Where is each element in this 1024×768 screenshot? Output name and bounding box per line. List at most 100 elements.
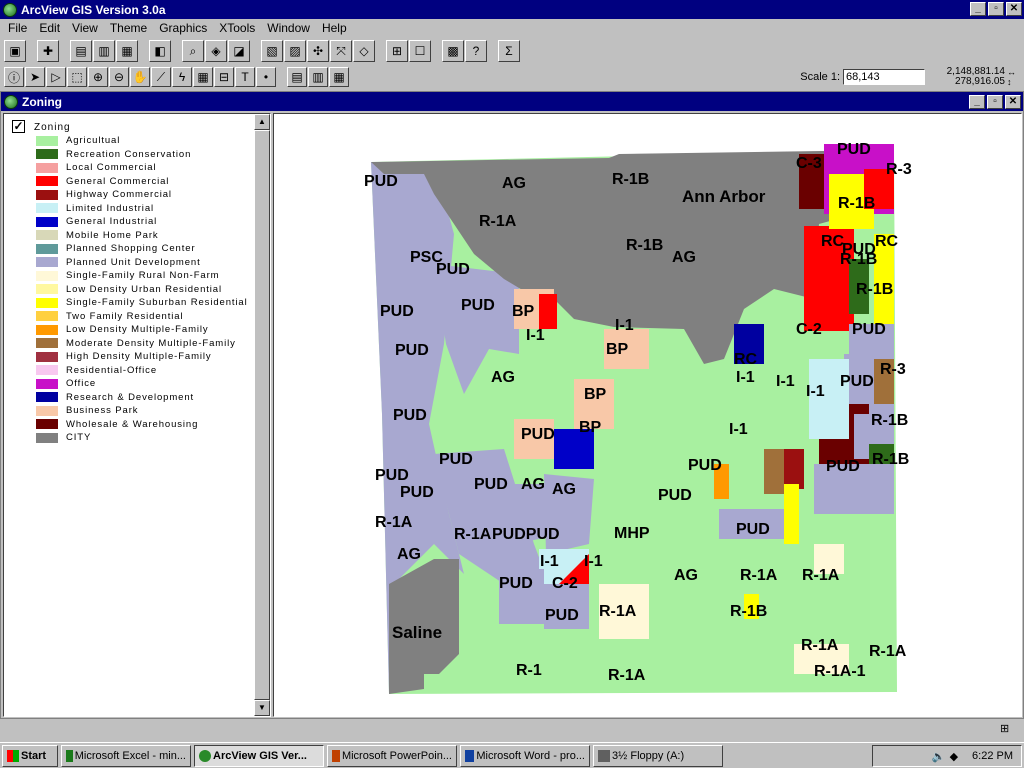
taskbar-arcview[interactable]: ArcView GIS Ver... [194, 744, 324, 767]
map-tool-3-icon[interactable]: ▦ [329, 67, 349, 87]
draw-point-icon[interactable]: • [256, 67, 276, 87]
add-theme-icon[interactable]: ✚ [37, 40, 59, 62]
identify-icon[interactable]: ⓘ [4, 67, 24, 87]
legend-label: Planned Unit Development [66, 256, 201, 268]
zone-label: Saline [392, 623, 442, 642]
taskbar-powerpoint[interactable]: Microsoft PowerPoin... [327, 744, 457, 767]
menu-xtools[interactable]: XTools [213, 21, 261, 35]
restore-button[interactable]: ▫ [988, 2, 1004, 16]
view-restore-button[interactable]: ▫ [987, 95, 1003, 109]
legend-label: Highway Commercial [66, 189, 172, 201]
minimize-button[interactable]: _ [970, 2, 986, 16]
taskbar-word[interactable]: Microsoft Word - pro... [460, 744, 590, 767]
speaker-icon[interactable]: 🔈 [932, 750, 946, 763]
menu-file[interactable]: File [2, 21, 33, 35]
close-button[interactable]: ✕ [1006, 2, 1022, 16]
pan-icon[interactable]: ✋ [130, 67, 150, 87]
menu-theme[interactable]: Theme [104, 21, 153, 35]
query-builder-icon[interactable]: ◪ [228, 40, 250, 62]
area-of-interest-icon[interactable]: ▦ [193, 67, 213, 87]
hotlink-icon[interactable]: ϟ [172, 67, 192, 87]
zoom-full-extent-icon[interactable]: ▧ [261, 40, 283, 62]
clear-selection-icon[interactable]: ☐ [409, 40, 431, 62]
zone-label: PUD [736, 521, 770, 538]
legend-item: Office [36, 377, 248, 391]
legend-swatch [36, 284, 58, 295]
grid-icon[interactable]: ▩ [442, 40, 464, 62]
label-icon[interactable]: ⊟ [214, 67, 234, 87]
app-title-bar: ArcView GIS Version 3.0a _ ▫ ✕ [0, 0, 1024, 19]
menu-graphics[interactable]: Graphics [153, 21, 213, 35]
menu-edit[interactable]: Edit [33, 21, 66, 35]
zoom-selected-icon[interactable]: ✣ [307, 40, 329, 62]
zoom-active-themes-icon[interactable]: ▨ [284, 40, 306, 62]
zone-label: PUD [461, 297, 495, 314]
vertex-edit-icon[interactable]: ▷ [46, 67, 66, 87]
legend-item: Wholesale & Warehousing [36, 418, 248, 432]
coordinate-readout: 2,148,881.14 278,916.05 [933, 67, 1005, 87]
select-feature-icon[interactable]: ⬚ [67, 67, 87, 87]
theme-properties-icon[interactable]: ▤ [70, 40, 92, 62]
view-minimize-button[interactable]: _ [969, 95, 985, 109]
toc-scrollbar[interactable]: ▲ ▼ [254, 114, 270, 716]
view-close-button[interactable]: ✕ [1005, 95, 1021, 109]
zone-label: C-2 [796, 321, 822, 338]
map-display[interactable]: PUD AG R-1B Ann Arbor C-3 PUD R-3 R-1A R-1B PUD R-… [273, 113, 1022, 717]
zone-label: AG [672, 249, 696, 266]
scale-input[interactable]: 68,143 [843, 69, 925, 85]
find-icon[interactable]: ⌕ [182, 40, 204, 62]
powerpoint-icon [332, 749, 340, 762]
scroll-up-button[interactable]: ▲ [254, 114, 270, 130]
layer-name[interactable]: Zoning [34, 122, 71, 133]
layer-visibility-checkbox[interactable]: ✓ [12, 120, 25, 133]
zoom-in-tool-icon[interactable]: ⊕ [88, 67, 108, 87]
summarize-icon[interactable]: Σ [498, 40, 520, 62]
legend-swatch [36, 324, 58, 335]
scroll-thumb[interactable] [254, 130, 270, 700]
zoom-out-icon[interactable]: ◇ [353, 40, 375, 62]
zone-label: Ann Arbor [682, 187, 766, 206]
start-button[interactable]: Start [2, 744, 58, 767]
zoom-in-icon[interactable]: ⤧ [330, 40, 352, 62]
tray-tools-icon[interactable]: ◆ [950, 750, 958, 763]
zone-label: PUD [395, 342, 429, 359]
taskbar-floppy[interactable]: 3½ Floppy (A:) [593, 744, 723, 767]
legend-label: Low Density Multiple-Family [66, 324, 209, 336]
windows-logo-icon [7, 749, 19, 762]
legend-swatch [36, 270, 58, 281]
pointer-icon[interactable]: ➤ [25, 67, 45, 87]
measure-icon[interactable]: ⟋ [151, 67, 171, 87]
zone-label: PUD [840, 373, 874, 390]
zone-label: I-1 [526, 327, 545, 344]
system-tray: 🔈 ◆ 6:22 PM [872, 745, 1022, 767]
text-tool-icon[interactable]: T [235, 67, 255, 87]
legend-item: Recreation Conservation [36, 148, 248, 162]
taskbar-excel[interactable]: Microsoft Excel - min... [61, 744, 191, 767]
legend-label: Recreation Conservation [66, 148, 192, 160]
locate-icon[interactable]: ◈ [205, 40, 227, 62]
open-table-icon[interactable]: ▦ [116, 40, 138, 62]
save-project-icon[interactable]: ▣ [4, 40, 26, 62]
zoom-out-tool-icon[interactable]: ⊖ [109, 67, 129, 87]
legend-swatch [36, 203, 58, 214]
menu-window[interactable]: Window [261, 21, 316, 35]
zone-label: AG [521, 476, 545, 493]
menu-view[interactable]: View [66, 21, 104, 35]
zone-label: BP [584, 386, 607, 403]
menu-help[interactable]: Help [316, 21, 353, 35]
legend-swatch [36, 351, 58, 362]
zone-label: BP [512, 303, 535, 320]
legend-swatch [36, 149, 58, 160]
scroll-down-button[interactable]: ▼ [254, 700, 270, 716]
zoning-map: PUD AG R-1B Ann Arbor C-3 PUD R-3 R-1A R-1B PUD R-… [364, 141, 912, 694]
map-tool-icon[interactable]: ▤ [287, 67, 307, 87]
select-features-icon[interactable]: ⊞ [386, 40, 408, 62]
legend-item: Two Family Residential [36, 310, 248, 324]
layout-icon[interactable]: ◧ [149, 40, 171, 62]
zone-label: I-1 [776, 373, 795, 390]
zone-label: PUD [545, 607, 579, 624]
help-pointer-icon[interactable]: ? [465, 40, 487, 62]
legend-item: Limited Industrial [36, 202, 248, 216]
edit-legend-icon[interactable]: ▥ [93, 40, 115, 62]
map-tool-2-icon[interactable]: ▥ [308, 67, 328, 87]
